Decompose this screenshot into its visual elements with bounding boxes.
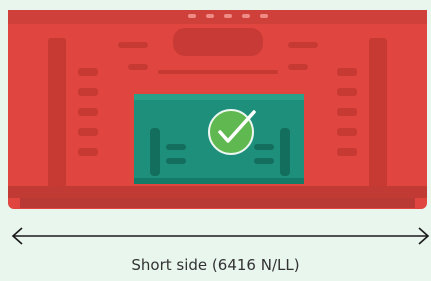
crate-rim <box>8 10 427 24</box>
double-headed-arrow-icon <box>11 227 430 245</box>
stage: Short side (6416 N/LL) <box>0 0 431 281</box>
dimension-caption: Short side (6416 N/LL) <box>131 256 300 274</box>
crate-bottom-rail <box>8 186 427 198</box>
crate-handle <box>173 28 263 56</box>
checkmark-circle-icon <box>208 109 256 155</box>
crate-illustration <box>8 10 427 209</box>
crate-base <box>20 198 415 208</box>
